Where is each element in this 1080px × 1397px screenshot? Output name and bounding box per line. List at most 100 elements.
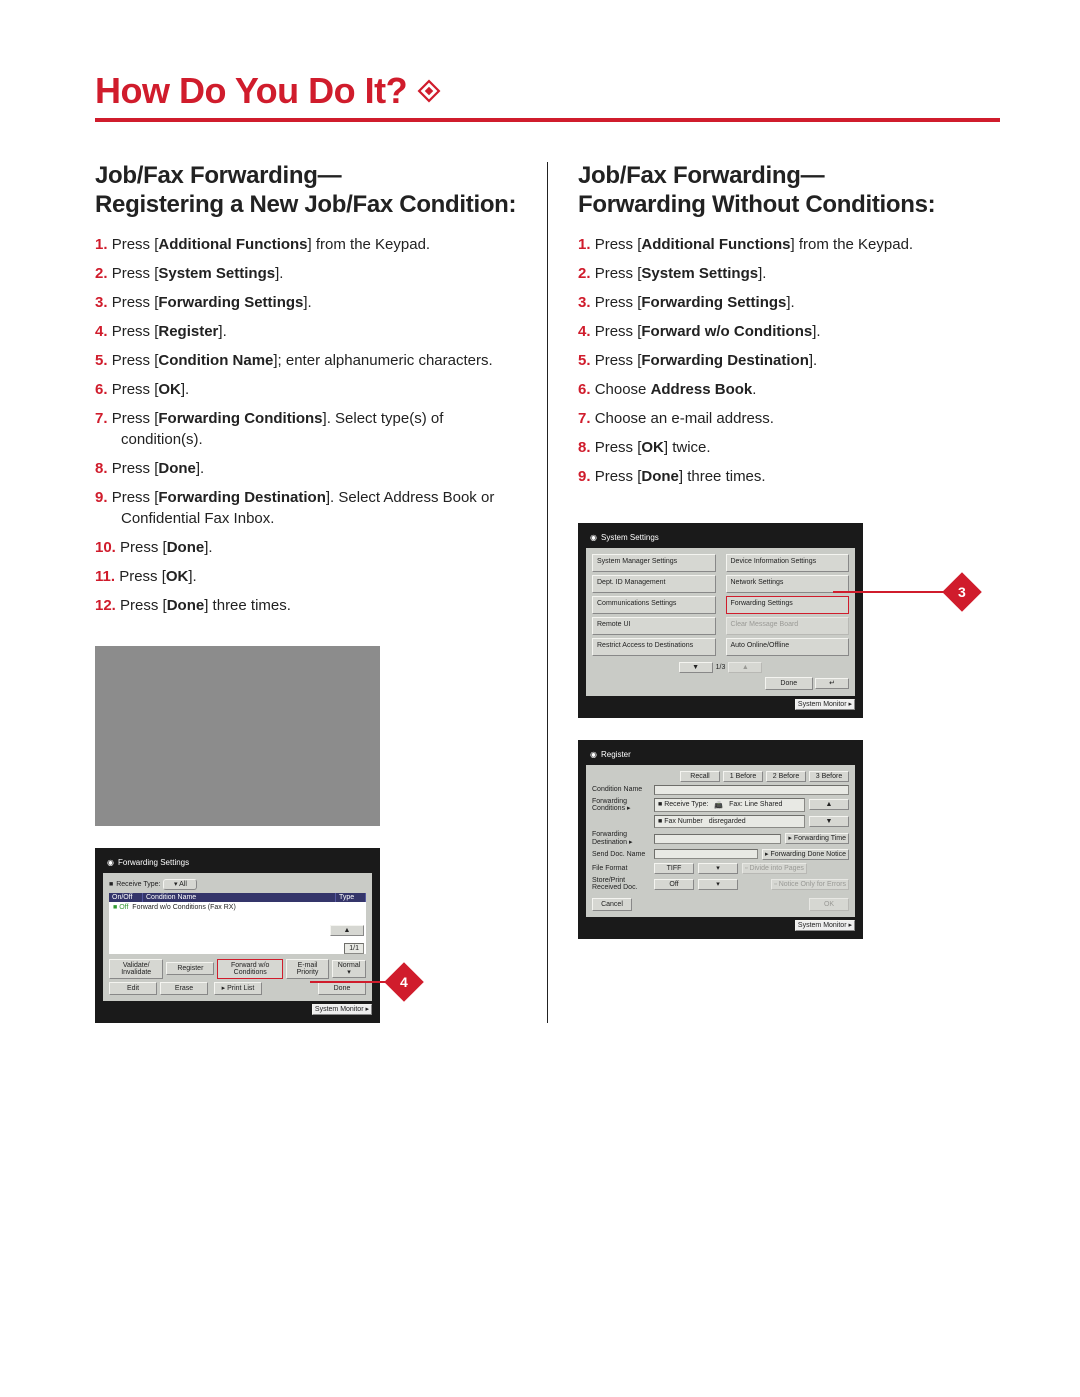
receive-type-dropdown[interactable]: ▾ All [163,879,197,890]
right-screenshot-2-wrap: Register Recall 1 Before 2 Before 3 Befo… [578,740,863,939]
left-heading-line1: Job/Fax Forwarding— [95,162,341,189]
erase-button[interactable]: Erase [160,982,208,995]
forward-no-conditions-button[interactable]: Forward w/o Conditions [217,959,283,979]
title-rule [95,118,1000,122]
step-bold: Forwarding Settings [158,294,303,311]
step-bold: System Settings [641,265,758,282]
settings-item[interactable]: Clear Message Board [726,617,850,635]
right-heading: Job/Fax Forwarding— Forwarding Without C… [578,162,1000,220]
before-2-button[interactable]: 2 Before [766,771,806,782]
divide-pages-button[interactable]: ▫ Divide into Pages [742,863,807,874]
left-steps-list: 1. Press [Additional Functions] from the… [95,234,517,616]
system-monitor-button[interactable]: System Monitor ▸ [795,699,855,710]
register-button[interactable]: Register [166,962,214,975]
step-number: 5. [95,352,112,369]
page-down-button[interactable]: ▼ [679,662,713,673]
step-item: 2. Press [System Settings]. [95,263,517,284]
file-format-value[interactable]: TIFF [654,863,694,874]
step-number: 1. [95,236,112,253]
settings-item[interactable]: Forwarding Settings [726,596,850,614]
step-bold: Done [167,597,205,614]
step-item: 7. Choose an e-mail address. [578,408,1000,429]
right-heading-line1: Job/Fax Forwarding— [578,162,824,189]
left-heading-line2: Registering a New Job/Fax Condition: [95,191,516,218]
step-number: 11. [95,568,119,585]
recall-button[interactable]: Recall [680,771,720,782]
forwarding-destination-label: Forwarding Destination ▸ [592,831,650,846]
left-screenshot-2-wrap: Forwarding Settings ■ Receive Type: ▾ Al… [95,848,380,1023]
gray-placeholder-image [95,646,380,826]
page-up-button[interactable]: ▲ [728,662,762,673]
before-1-button[interactable]: 1 Before [723,771,763,782]
step-bold: Register [158,323,218,340]
list-body: ■ Off Forward w/o Conditions (Fax RX) ▲ … [109,902,366,954]
settings-item[interactable]: Remote UI [592,617,716,635]
right-heading-line2: Forwarding Without Conditions: [578,191,935,218]
step-number: 8. [578,439,595,456]
step-item: 3. Press [Forwarding Settings]. [95,292,517,313]
list-item[interactable]: ■ Off Forward w/o Conditions (Fax RX) [109,902,366,913]
step-bold: Address Book [651,381,753,398]
print-list-button[interactable]: ▸ Print List [214,982,262,995]
cancel-button[interactable]: Cancel [592,898,632,911]
step-bold: Forwarding Destination [641,352,809,369]
file-format-dropdown[interactable]: ▾ [698,863,738,874]
list-header: On/Off Condition Name Type [109,893,366,902]
send-doc-name-label: Send Doc. Name [592,851,650,858]
before-3-button[interactable]: 3 Before [809,771,849,782]
send-doc-name-field[interactable] [654,849,758,859]
settings-item[interactable]: System Manager Settings [592,554,716,572]
store-print-value[interactable]: Off [654,879,694,890]
step-number: 6. [578,381,595,398]
condition-name-field[interactable] [654,785,849,795]
settings-item[interactable]: Restrict Access to Destinations [592,638,716,656]
settings-item[interactable]: Dept. ID Management [592,575,716,593]
step-bold: Forwarding Destination [158,489,326,506]
panel-title: System Settings [601,533,659,542]
forwarding-conditions-box: ■ Receive Type: 📠 Fax: Line Shared [654,798,805,812]
receive-type-label: Receive Type: [116,881,160,888]
pager: ▼ 1/3 ▲ [592,662,849,673]
forwarding-destination-field[interactable] [654,834,781,844]
forwarding-conditions-label: Forwarding Conditions ▸ [592,798,650,813]
notice-errors-button: ▫ Notice Only for Errors [771,879,849,890]
step-item: 4. Press [Register]. [95,321,517,342]
right-screenshot-1-wrap: System Settings System Manager Settings D… [578,523,863,718]
callout-diamond-3: 3 [942,572,982,612]
cond-up-button[interactable]: ▲ [809,799,849,810]
step-item: 1. Press [Additional Functions] from the… [578,234,1000,255]
done-button[interactable]: Done [765,677,813,690]
store-print-dropdown[interactable]: ▾ [698,879,738,890]
step-number: 2. [578,265,595,282]
settings-item[interactable]: Device Information Settings [726,554,850,572]
register-panel: Register Recall 1 Before 2 Before 3 Befo… [578,740,863,939]
system-monitor-button[interactable]: System Monitor ▸ [312,1004,372,1015]
cond-down-button[interactable]: ▼ [809,816,849,827]
left-screenshot-1 [95,646,380,826]
step-number: 10. [95,539,120,556]
step-item: 9. Press [Done] three times. [578,466,1000,487]
step-number: 7. [578,410,595,427]
settings-item[interactable]: Communications Settings [592,596,716,614]
step-item: 7. Press [Forwarding Conditions]. Select… [95,408,517,450]
forwarding-time-button[interactable]: ▸ Forwarding Time [785,833,849,844]
left-column: Job/Fax Forwarding— Registering a New Jo… [95,162,547,1023]
step-item: 3. Press [Forwarding Settings]. [578,292,1000,313]
ok-button[interactable]: OK [809,898,849,911]
step-number: 3. [95,294,112,311]
system-monitor-button[interactable]: System Monitor ▸ [795,920,855,931]
settings-item[interactable]: Auto Online/Offline [726,638,850,656]
close-button[interactable]: ↵ [815,678,849,689]
scroll-up-button[interactable]: ▲ [330,925,364,936]
step-number: 2. [95,265,112,282]
step-number: 5. [578,352,595,369]
step-bold: Forward w/o Conditions [641,323,812,340]
settings-item[interactable]: Network Settings [726,575,850,593]
edit-button[interactable]: Edit [109,982,157,995]
step-bold: Condition Name [158,352,273,369]
step-bold: Done [158,460,196,477]
validate-button[interactable]: Validate/ Invalidate [109,959,163,979]
forwarding-done-notice-button[interactable]: ▸ Forwarding Done Notice [762,849,849,860]
settings-grid: System Manager Settings Device Informatio… [592,554,849,656]
panel-title: Forwarding Settings [118,858,189,867]
